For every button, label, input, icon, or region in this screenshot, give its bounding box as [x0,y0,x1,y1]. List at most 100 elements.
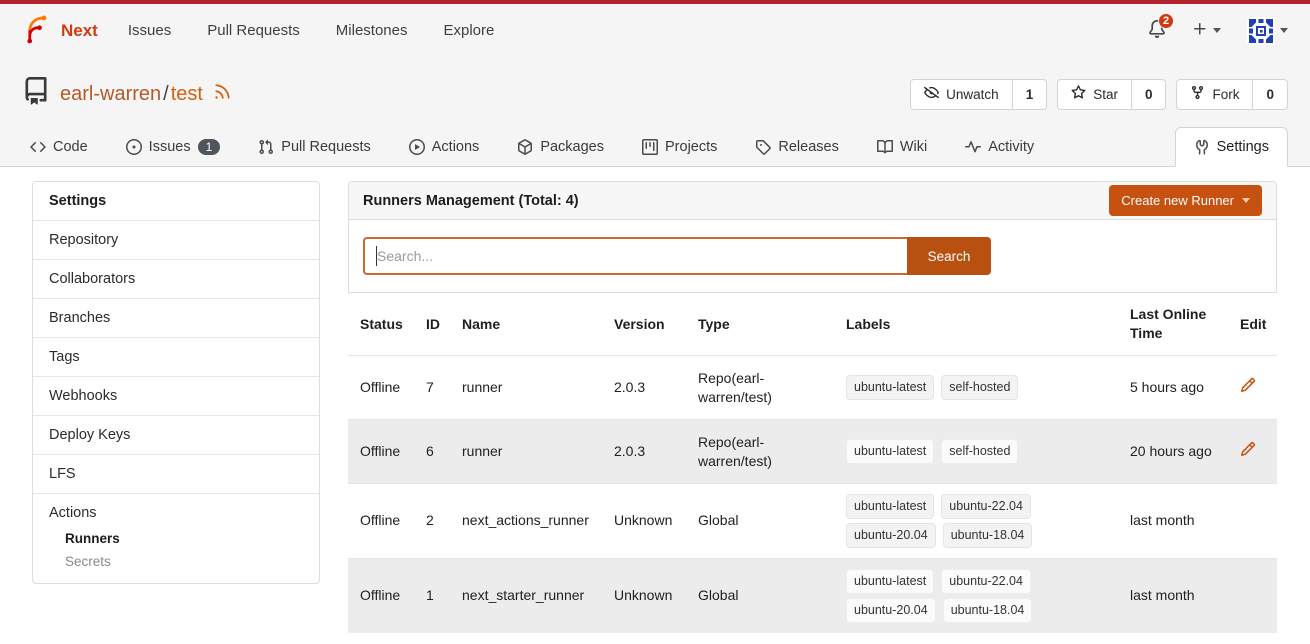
chevron-down-icon [1280,28,1288,33]
runner-type: Global [698,578,846,613]
repo-name-link[interactable]: test [171,83,203,105]
runner-labels: ubuntu-latest self-hosted [846,373,1064,402]
label-chip: ubuntu-20.04 [846,523,936,548]
col-version: Version [614,307,698,342]
tab-pull-requests[interactable]: Pull Requests [250,128,378,166]
sidebar-item-lfs[interactable]: LFS [33,454,319,493]
sidebar-item-deploy-keys[interactable]: Deploy Keys [33,415,319,454]
runner-type: Global [698,503,846,538]
create-menu-button[interactable] [1192,21,1221,40]
search-section: Search [348,220,1277,293]
text-cursor [376,246,377,266]
sidebar-item-tags[interactable]: Tags [33,337,319,376]
nav-link-milestones[interactable]: Milestones [336,22,408,39]
runner-last-online: 20 hours ago [1130,434,1240,469]
pencil-icon [1240,441,1256,457]
runner-status: Offline [360,578,426,613]
fork-button[interactable]: Fork [1177,80,1252,109]
repo-owner-link[interactable]: earl-warren [60,83,161,105]
search-input[interactable] [363,237,907,275]
sidebar-item-secrets[interactable]: Secrets [33,550,319,573]
runner-id: 2 [426,503,462,538]
rss-feed-icon[interactable] [213,82,232,107]
label-chip: ubuntu-latest [846,494,934,519]
star-button[interactable]: Star [1058,80,1131,109]
navbar-right: 2 [1148,17,1288,45]
stars-count[interactable]: 0 [1131,80,1166,109]
edit-runner-button[interactable] [1240,377,1256,393]
tab-projects[interactable]: Projects [634,128,725,166]
git-pull-request-icon [258,139,274,155]
label-chip: ubuntu-20.04 [846,598,936,623]
runner-last-online: 5 hours ago [1130,370,1240,405]
tab-issues[interactable]: Issues 1 [118,128,229,166]
settings-sidebar: Settings Repository Collaborators Branch… [32,181,320,584]
runners-panel: Runners Management (Total: 4) Create new… [348,181,1277,633]
tab-releases[interactable]: Releases [747,128,846,166]
label-chip: ubuntu-latest [846,439,934,464]
label-chip: ubuntu-18.04 [943,523,1033,548]
nav-link-explore[interactable]: Explore [443,22,494,39]
runner-type: Repo(earl-warren/test) [698,361,846,415]
package-icon [517,139,533,155]
fork-button-group: Fork 0 [1176,79,1288,110]
sidebar-section-actions: Actions Runners Secrets [33,493,319,583]
table-row: Offline 6 runner 2.0.3 Repo(earl-warren/… [348,419,1277,483]
content-area: Settings Repository Collaborators Branch… [0,167,1310,633]
home-link[interactable]: Next [22,14,98,47]
sidebar-item-repository[interactable]: Repository [33,220,319,259]
sidebar-item-runners[interactable]: Runners [33,527,319,550]
label-chip: ubuntu-latest [846,569,934,594]
label-chip: self-hosted [941,439,1018,464]
nav-links: Issues Pull Requests Milestones Explore [128,22,494,39]
tab-settings[interactable]: Settings [1175,127,1288,167]
label-chip: ubuntu-22.04 [941,494,1031,519]
runner-status: Offline [360,503,426,538]
tag-icon [755,139,771,155]
sidebar-item-webhooks[interactable]: Webhooks [33,376,319,415]
table-row: Offline 2 next_actions_runner Unknown Gl… [348,483,1277,558]
play-icon [409,139,425,155]
tools-icon [1194,139,1210,155]
repo-title: earl-warren/test [22,77,232,111]
create-runner-button[interactable]: Create new Runner [1109,185,1262,216]
avatar [1247,17,1275,45]
project-icon [642,139,658,155]
nav-link-pull-requests[interactable]: Pull Requests [207,22,300,39]
sidebar-item-actions[interactable]: Actions [33,505,319,527]
watchers-count[interactable]: 1 [1012,80,1047,109]
edit-runner-button[interactable] [1240,441,1256,457]
eye-closed-icon [924,85,939,103]
tab-packages[interactable]: Packages [509,128,612,166]
repo-tabbar: Code Issues 1 Pull Requests Actions Pack… [0,123,1310,167]
issue-opened-icon [126,139,142,155]
sidebar-item-branches[interactable]: Branches [33,298,319,337]
runner-version: Unknown [614,578,698,613]
tab-actions[interactable]: Actions [401,128,488,166]
fork-icon [1190,85,1205,103]
col-last-online: Last Online Time [1130,297,1240,351]
search-button[interactable]: Search [907,237,991,275]
book-icon [877,139,893,155]
runner-status: Offline [360,370,426,405]
repo-separator: / [163,83,169,105]
sidebar-item-collaborators[interactable]: Collaborators [33,259,319,298]
notifications-button[interactable]: 2 [1148,20,1166,41]
runner-id: 6 [426,434,462,469]
runner-name: runner [462,370,614,405]
user-menu-button[interactable] [1247,17,1288,45]
forks-count[interactable]: 0 [1252,80,1287,109]
runner-labels: ubuntu-latest ubuntu-22.04 ubuntu-20.04 … [846,492,1064,550]
repo-header: earl-warren/test Unwatch 1 [0,57,1310,123]
label-chip: ubuntu-22.04 [941,569,1031,594]
unwatch-button[interactable]: Unwatch [911,80,1012,109]
tab-activity[interactable]: Activity [957,128,1042,166]
chevron-down-icon [1213,28,1221,33]
watch-button-group: Unwatch 1 [910,79,1047,110]
label-chip: ubuntu-18.04 [943,598,1033,623]
runner-version: 2.0.3 [614,370,698,405]
tab-code[interactable]: Code [22,128,96,166]
nav-link-issues[interactable]: Issues [128,22,171,39]
navbar: Next Issues Pull Requests Milestones Exp… [0,4,1310,57]
tab-wiki[interactable]: Wiki [869,128,935,166]
